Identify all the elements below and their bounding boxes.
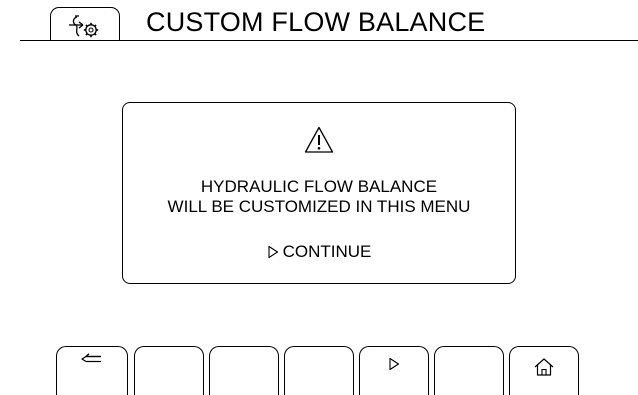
header-divider <box>20 40 638 41</box>
softkey-home[interactable] <box>509 346 579 395</box>
softkey-next[interactable] <box>359 346 429 395</box>
continue-label: CONTINUE <box>282 242 372 261</box>
page-title: CUSTOM FLOW BALANCE <box>146 7 486 37</box>
softkey-6[interactable] <box>434 346 504 395</box>
softkey-3[interactable] <box>209 346 279 395</box>
softkey-back[interactable] <box>56 346 128 395</box>
display-screen: CUSTOM FLOW BALANCE HYDRAULIC FLOW BALAN… <box>0 0 638 395</box>
softkey-2[interactable] <box>134 346 204 395</box>
dialog-message-line-1: HYDRAULIC FLOW BALANCE <box>200 177 438 196</box>
hydraulic-valve-settings-icon <box>69 15 99 38</box>
continue-button[interactable]: CONTINUE <box>123 241 515 263</box>
softkey-4[interactable] <box>284 346 354 395</box>
back-arrow-icon <box>81 353 101 363</box>
info-dialog: HYDRAULIC FLOW BALANCE WILL BE CUSTOMIZE… <box>122 102 516 284</box>
play-triangle-icon <box>268 245 278 259</box>
warning-triangle-icon <box>304 126 334 153</box>
play-triangle-icon <box>389 357 400 371</box>
header-icon-tab <box>50 7 120 40</box>
home-icon <box>534 358 554 376</box>
dialog-message-line-2: WILL BE CUSTOMIZED IN THIS MENU <box>167 197 471 216</box>
